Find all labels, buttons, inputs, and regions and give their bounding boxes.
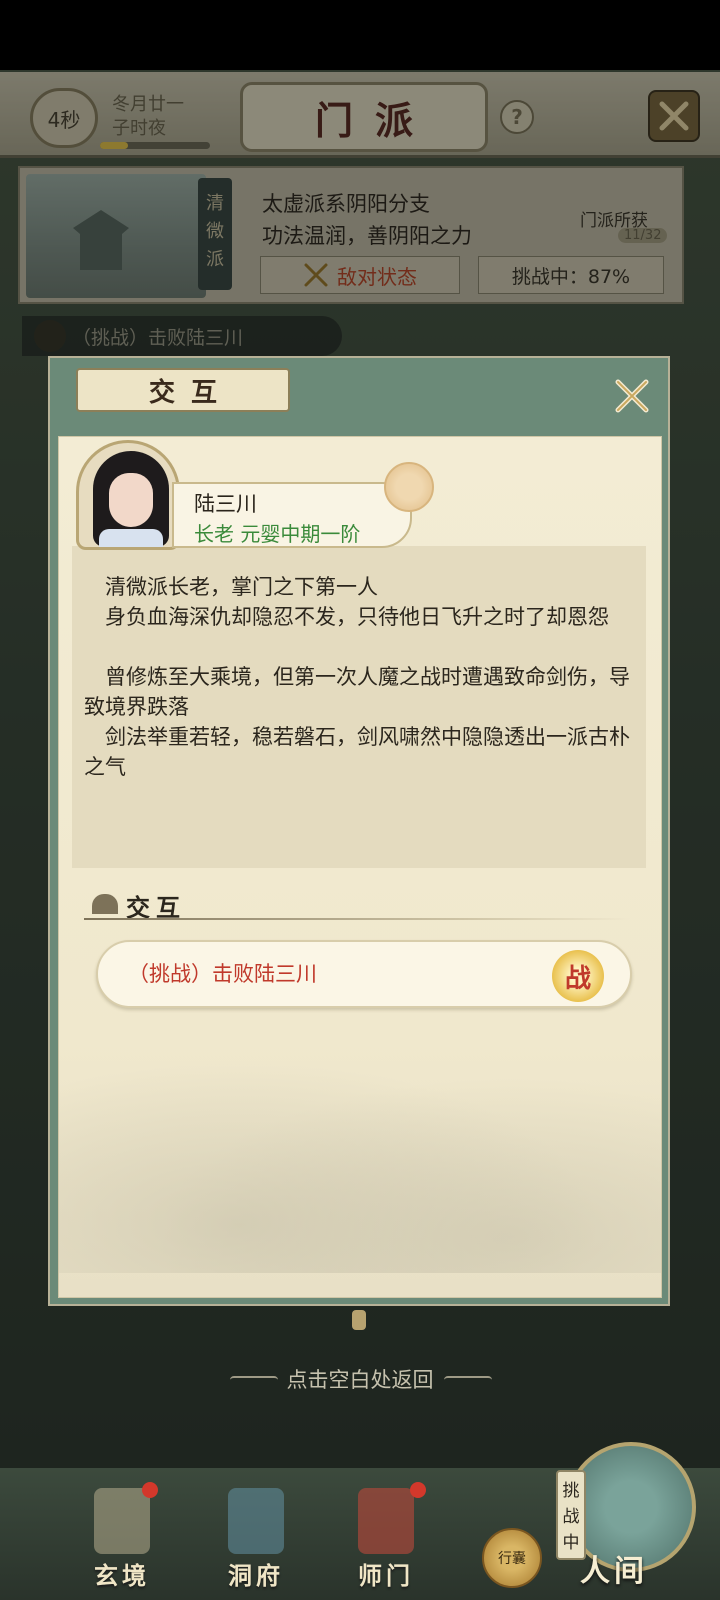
scroll-icon [94, 1488, 150, 1554]
notification-dot [410, 1482, 426, 1498]
close-icon [615, 379, 649, 413]
dialog-title-plaque: 交互 [76, 368, 290, 412]
battle-icon[interactable]: 战 [552, 950, 604, 1002]
avatar-robe [99, 529, 163, 547]
mountain-mist-background [59, 1033, 661, 1273]
bio-line-2: 身负血海深仇却隐忍不发，只待他日飞升之时了却恩怨 [84, 605, 609, 629]
world-challenge-tag-text: 挑战中 [562, 1481, 580, 1553]
npc-rank: 长老 元婴中期一阶 [194, 522, 361, 546]
dialog-bottom-ornament [352, 1310, 366, 1330]
notification-dot [142, 1482, 158, 1498]
nav-label-xuanjing: 玄境 [94, 1561, 150, 1590]
bio-line-3: 曾修炼至大乘境，但第一次人魔之战时遭遇致命剑伤，导致境界跌落 [84, 665, 630, 719]
dialog-close-button[interactable] [612, 376, 652, 416]
section-divider [84, 918, 630, 920]
lantern-icon [228, 1488, 284, 1554]
challenge-action-label: （挑战）击败陆三川 [128, 962, 317, 986]
bio-line-1: 清微派长老，掌门之下第一人 [84, 575, 378, 599]
nav-label-shimen: 师门 [358, 1561, 414, 1590]
return-hint-ornament-right [444, 1376, 492, 1384]
return-hint: 点击空白处返回 [286, 1368, 434, 1392]
npc-avatar [76, 440, 180, 550]
world-label: 人间 [580, 1554, 648, 1589]
nav-item-dongfu[interactable]: 洞府 [196, 1468, 316, 1600]
bio-line-4: 剑法举重若轻，稳若磐石，剑风啸然中隐隐透出一派古朴之气 [84, 725, 630, 779]
banner-icon [358, 1488, 414, 1554]
nav-item-shimen[interactable]: 师门 [326, 1468, 446, 1600]
npc-name: 陆三川 [194, 492, 257, 516]
fan-icon [384, 462, 434, 512]
avatar-face [109, 473, 153, 527]
nav-label-dongfu: 洞府 [228, 1561, 284, 1590]
bag-label: 行囊 [498, 1551, 526, 1567]
nav-item-xuanjing[interactable]: 玄境 [62, 1468, 182, 1600]
dialog-title: 交互 [148, 377, 233, 408]
